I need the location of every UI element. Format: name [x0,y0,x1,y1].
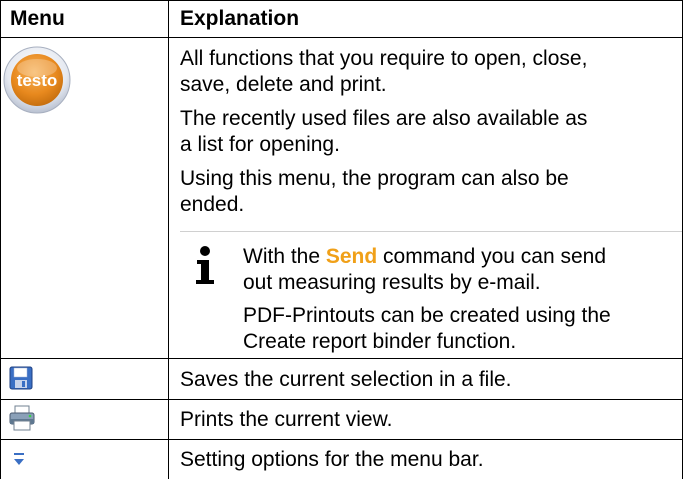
note-line-1: With the Send command you can send [243,244,606,269]
testo-logo-icon: testo [3,46,71,114]
table-border-row3-bottom [0,439,683,440]
testo-menu-desc-3b: ended. [180,193,245,216]
table-border-header-bottom [0,37,683,38]
table-border-left [0,0,1,479]
table-border-row1-bottom [0,358,683,359]
save-desc: Saves the current selection in a file. [180,368,512,391]
save-disk-icon [9,366,33,390]
testo-menu-desc-1b: save, delete and print. [180,73,387,96]
note-line-1-suffix: command you can send [377,245,607,268]
testo-menu-desc-2b: a list for opening. [180,133,340,156]
note-box-top-border [180,231,682,232]
note-line-1-prefix: With the [243,245,326,268]
note-line-2: out measuring results by e-mail. [243,271,541,294]
testo-menu-desc-3a: Using this menu, the program can also be [180,167,569,190]
send-command-highlight: Send [325,245,378,268]
header-menu: Menu [10,7,65,30]
testo-menu-desc-2a: The recently used files are also availab… [180,107,588,130]
svg-text:testo: testo [17,71,58,90]
print-desc: Prints the current view. [180,408,393,431]
table-border-row2-bottom [0,399,683,400]
testo-menu-desc-1a: All functions that you require to open, … [180,47,588,70]
note-line-4: Create report binder function. [243,330,517,353]
menu-bar-options-desc: Setting options for the menu bar. [180,448,484,471]
table-border-right [682,0,683,479]
table-border-top [0,0,683,1]
table-border-column-divider [168,0,169,479]
info-icon [194,245,216,287]
menu-explanation-table: Menu Explanation testo All functions tha… [0,0,683,479]
note-line-3: PDF-Printouts can be created using the [243,304,611,327]
menu-bar-options-icon [9,448,29,470]
header-explanation: Explanation [180,7,300,30]
printer-icon [8,405,36,431]
